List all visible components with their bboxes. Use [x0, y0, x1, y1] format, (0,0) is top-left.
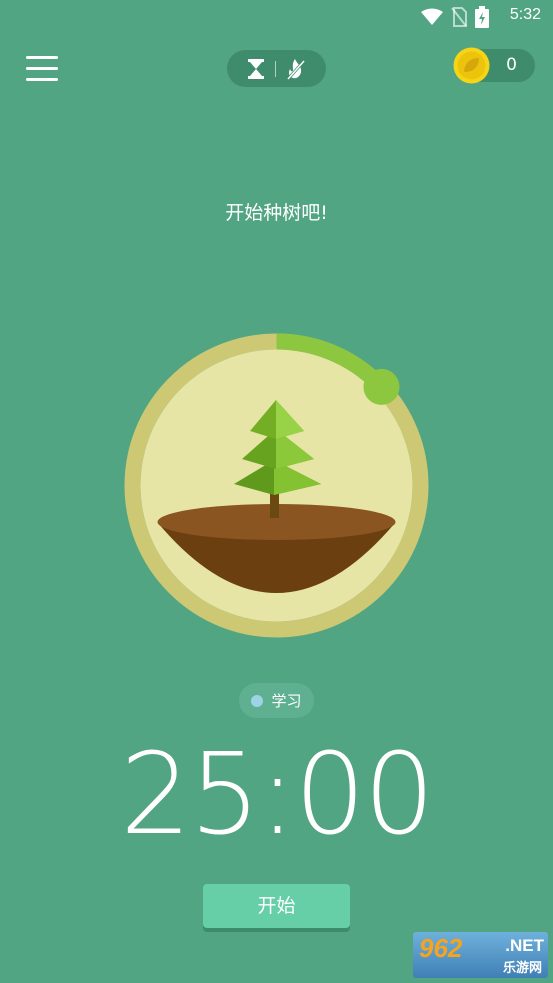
tag-color-dot: [251, 694, 264, 707]
watermark-sub: 乐游网: [502, 961, 542, 976]
no-sim-icon: [451, 7, 467, 27]
progress-handle[interactable]: [363, 368, 400, 405]
watermark-suffix: .NET: [505, 936, 544, 955]
no-fire-icon[interactable]: [286, 58, 306, 80]
tag-label: 学习: [271, 692, 302, 710]
status-icons: [421, 6, 489, 28]
prompt-text: 开始种树吧!: [225, 202, 328, 224]
mode-separator: [275, 60, 276, 77]
menu-icon: [26, 78, 58, 81]
mode-toggle[interactable]: [227, 50, 326, 87]
status-bar: 5:32: [0, 0, 553, 32]
timer-display: 25:00: [120, 730, 435, 860]
wifi-icon: [421, 8, 443, 25]
watermark-main: 962: [419, 933, 463, 963]
menu-icon: [26, 67, 58, 70]
watermark-logo: 962 .NET 乐游网: [413, 932, 548, 978]
status-time: 5:32: [509, 6, 541, 23]
hourglass-icon[interactable]: [247, 58, 265, 79]
menu-icon: [26, 56, 58, 59]
coin-count: 0: [506, 55, 517, 75]
battery-charging-icon: [475, 6, 489, 28]
menu-button[interactable]: [24, 52, 62, 86]
start-button[interactable]: 开始: [203, 884, 350, 928]
tag-selector[interactable]: 学习: [239, 683, 314, 718]
coin-balance[interactable]: 0: [453, 47, 535, 84]
coin-icon: [453, 47, 490, 84]
tree-timer-dial[interactable]: [124, 333, 429, 638]
